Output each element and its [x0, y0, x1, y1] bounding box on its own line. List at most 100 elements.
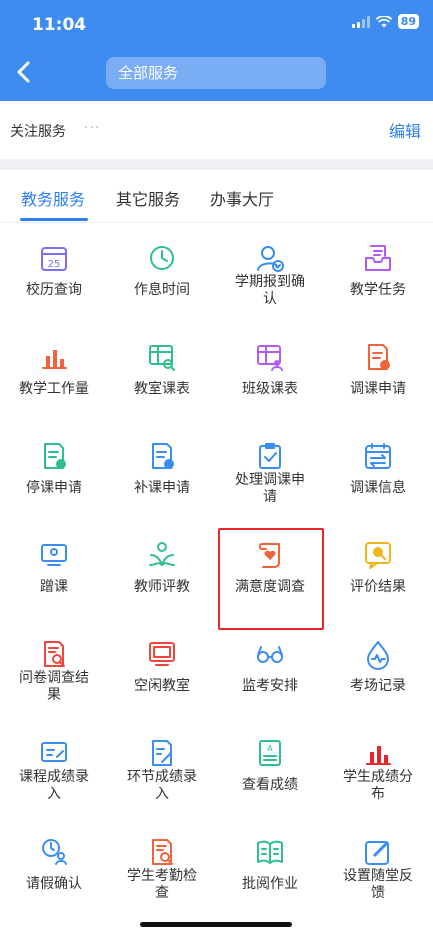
service-label: 请假确认: [26, 876, 82, 892]
service-label: 评价结果: [350, 579, 406, 595]
service-item[interactable]: 评价结果: [324, 527, 432, 626]
glasses-icon: [254, 638, 286, 670]
service-item[interactable]: 学期报到确认: [216, 230, 324, 329]
service-item[interactable]: 教学任务: [324, 230, 432, 329]
table-search-icon: [146, 341, 178, 373]
active-tab-indicator: [20, 218, 88, 221]
screen-user-icon: [38, 539, 70, 571]
service-item[interactable]: 课程成绩录入: [0, 725, 108, 824]
home-indicator: [140, 922, 292, 927]
service-label: 教室课表: [134, 381, 190, 397]
service-item[interactable]: 25 校历查询: [0, 230, 108, 329]
lotus-user-icon: [146, 539, 178, 571]
document-add-icon: [146, 440, 178, 472]
bar-chart-icon: [362, 737, 394, 769]
service-label: 课程成绩录入: [19, 769, 89, 802]
service-label: 教学工作量: [19, 381, 89, 397]
service-item[interactable]: 环节成绩录入: [108, 725, 216, 824]
table-user-icon: [254, 341, 286, 373]
page-title: 全部服务: [106, 57, 326, 89]
service-item[interactable]: 教学工作量: [0, 329, 108, 428]
service-item[interactable]: 监考安排: [216, 626, 324, 725]
edit-button[interactable]: 编辑: [389, 118, 421, 142]
service-item[interactable]: 班级课表: [216, 329, 324, 428]
bottom-safe-area: [0, 903, 433, 937]
document-edit-icon: [146, 737, 178, 769]
service-label: 查看成绩: [242, 777, 298, 793]
service-item[interactable]: 停课申请: [0, 428, 108, 527]
document-search-icon: [146, 836, 178, 868]
service-label: 设置随堂反馈: [343, 868, 413, 901]
service-label: 教师评教: [134, 579, 190, 595]
service-label: 学生考勤检查: [127, 868, 197, 901]
calendar-swap-icon: [362, 440, 394, 472]
bar-chart-icon: [38, 341, 70, 373]
service-item[interactable]: 调课信息: [324, 428, 432, 527]
tab-other-services[interactable]: 其它服务: [116, 186, 180, 210]
service-label: 调课信息: [350, 480, 406, 496]
speech-search-icon: [362, 539, 394, 571]
svg-text:A: A: [267, 744, 273, 753]
service-label: 补课申请: [134, 480, 190, 496]
section-divider: [0, 159, 433, 170]
status-time: 11:04: [32, 15, 87, 35]
card-edit-icon: [38, 737, 70, 769]
battery-indicator: 89: [397, 14, 419, 29]
service-label: 考场记录: [350, 678, 406, 694]
pencil-box-icon: [362, 836, 394, 868]
document-stop-icon: [38, 440, 70, 472]
clipboard-check-icon: [254, 440, 286, 472]
clock-user-icon: [38, 836, 70, 868]
highlight-box: [218, 528, 324, 630]
book-icon: [254, 836, 286, 868]
service-item[interactable]: 调课申请: [324, 329, 432, 428]
tab-academic-services[interactable]: 教务服务: [21, 186, 85, 210]
monitor-icon: [146, 638, 178, 670]
signal-icon: [351, 15, 370, 28]
service-item[interactable]: 考场记录: [324, 626, 432, 725]
service-label: 空闲教室: [134, 678, 190, 694]
favorite-services-label: 关注服务: [10, 124, 66, 140]
top-bar: 11:04 89 全部服务: [0, 0, 433, 101]
user-check-icon: [254, 242, 286, 274]
document-search-icon: [38, 638, 70, 670]
back-button[interactable]: [12, 60, 36, 88]
clock-icon: [146, 242, 178, 274]
status-icons: 89: [351, 14, 419, 29]
service-item[interactable]: 问卷调查结果: [0, 626, 108, 725]
favorite-services-placeholder: ···: [84, 120, 101, 136]
service-item[interactable]: 空闲教室: [108, 626, 216, 725]
service-label: 班级课表: [242, 381, 298, 397]
wifi-icon: [375, 15, 392, 27]
category-tabs: 教务服务 其它服务 办事大厅: [0, 170, 433, 223]
tab-service-hall[interactable]: 办事大厅: [210, 186, 274, 210]
service-label: 停课申请: [26, 480, 82, 496]
service-item[interactable]: 教室课表: [108, 329, 216, 428]
service-label: 学期报到确认: [235, 274, 305, 307]
service-label: 教学任务: [350, 282, 406, 298]
chevron-left-icon: [17, 61, 30, 83]
service-item[interactable]: 教师评教: [108, 527, 216, 626]
document-badge-icon: [362, 341, 394, 373]
service-label: 问卷调查结果: [19, 670, 89, 703]
service-label: 环节成绩录入: [127, 769, 197, 802]
service-label: 校历查询: [26, 282, 82, 298]
service-item[interactable]: 处理调课申请: [216, 428, 324, 527]
service-label: 作息时间: [134, 282, 190, 298]
service-label: 调课申请: [350, 381, 406, 397]
service-label: 蹭课: [40, 579, 68, 595]
service-label: 监考安排: [242, 678, 298, 694]
service-item[interactable]: 作息时间: [108, 230, 216, 329]
inbox-icon: [362, 242, 394, 274]
service-label: 学生成绩分布: [343, 769, 413, 802]
svg-text:25: 25: [48, 259, 61, 270]
service-item[interactable]: 学生成绩分布: [324, 725, 432, 824]
service-item[interactable]: 补课申请: [108, 428, 216, 527]
drop-pulse-icon: [362, 638, 394, 670]
service-label: 处理调课申请: [235, 472, 305, 505]
grade-sheet-icon: A: [254, 737, 286, 769]
service-label: 批阅作业: [242, 876, 298, 892]
favorite-services-row: 关注服务 ··· 编辑: [0, 101, 433, 159]
service-item[interactable]: A 查看成绩: [216, 725, 324, 824]
service-item[interactable]: 蹭课: [0, 527, 108, 626]
